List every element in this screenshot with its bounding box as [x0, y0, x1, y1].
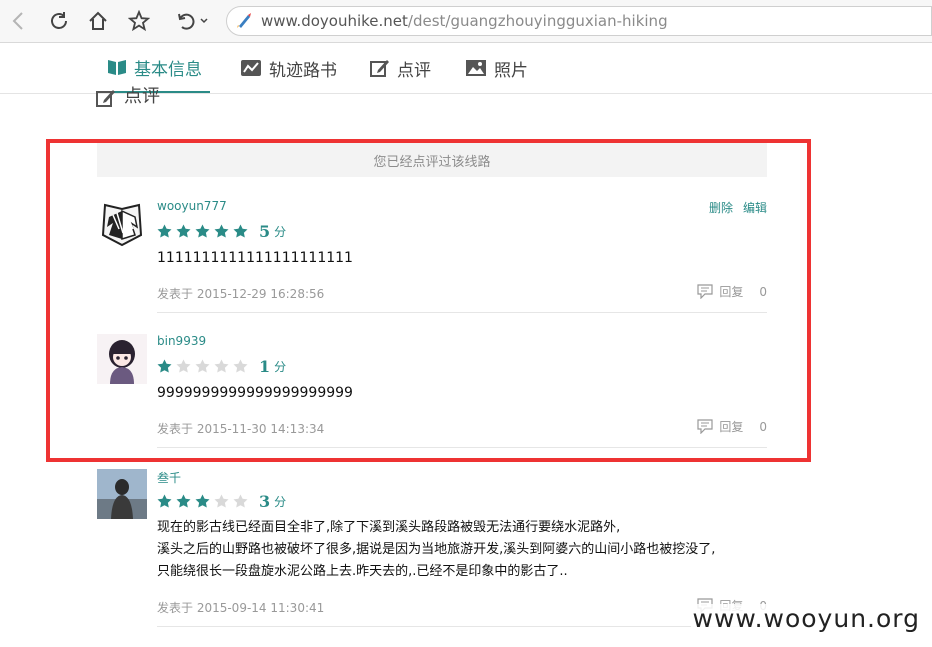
tab-track-roadbook[interactable]: 轨迹路书: [240, 43, 337, 93]
rating-stars: 3 分: [157, 491, 286, 511]
comment-text: 现在的影古线已经面目全非了,除了下溪到溪头路段路被毁无法通行要绕水泥路外, 溪头…: [157, 517, 715, 583]
comment-text-line: 只能绕很长一段盘旋水泥公路上去.昨天去的,.已经不是印象中的影古了..: [157, 564, 568, 579]
tab-label: 照片: [494, 60, 528, 81]
tab-label: 点评: [397, 60, 431, 81]
home-icon[interactable]: [84, 7, 112, 35]
tab-review[interactable]: 点评: [370, 43, 431, 93]
address-bar[interactable]: www.doyouhike.net/dest/guangzhouyingguxi…: [226, 6, 932, 36]
favorite-star-icon[interactable]: [125, 7, 153, 35]
highlight-annotation-box: [46, 139, 811, 462]
comment-timestamp: 发表于 2015-09-14 11:30:41: [157, 601, 325, 615]
star-filled-icon: [176, 494, 191, 508]
rating-score: 3: [259, 491, 271, 511]
url-domain: www.doyouhike.net: [261, 12, 408, 30]
url-path: /dest/guangzhouyingguxian-hiking: [407, 12, 668, 30]
photo-avatar-icon: [97, 469, 147, 519]
comment-divider: [157, 626, 767, 627]
comment-item: 叁千 3 分 现在的影古线已经面目全非了,除了下溪到溪头路段路被毁无法通行要绕水…: [97, 469, 767, 629]
track-chart-icon: [241, 60, 261, 76]
star-empty-icon: [233, 494, 248, 508]
edit-icon: [370, 60, 389, 77]
star-empty-icon: [214, 494, 229, 508]
back-icon[interactable]: [4, 7, 32, 35]
tab-label: 基本信息: [134, 59, 202, 80]
review-section-heading: 点评: [96, 84, 160, 108]
section-heading-text: 点评: [124, 86, 160, 107]
rocket-favicon-icon: [237, 13, 251, 28]
undo-history-icon[interactable]: [172, 7, 212, 35]
comment-text-line: 溪头之后的山野路也被破坏了很多,据说是因为当地旅游开发,溪头到阿婆六的山间小路也…: [157, 542, 716, 557]
avatar[interactable]: [97, 469, 147, 519]
star-filled-icon: [157, 494, 172, 508]
star-filled-icon: [195, 494, 210, 508]
photo-icon: [466, 60, 486, 76]
comment-text-line: 现在的影古线已经面目全非了,除了下溪到溪头路段路被毁无法通行要绕水泥路外,: [157, 520, 621, 535]
rating-unit: 分: [274, 494, 287, 509]
tab-photos[interactable]: 照片: [465, 43, 528, 93]
book-icon: [108, 60, 126, 75]
refresh-icon[interactable]: [45, 7, 73, 35]
comment-username[interactable]: 叁千: [157, 469, 181, 486]
browser-toolbar: www.doyouhike.net/dest/guangzhouyingguxi…: [0, 0, 932, 43]
watermark: www.wooyun.org: [690, 604, 922, 633]
tab-label: 轨迹路书: [269, 60, 337, 81]
url-text: www.doyouhike.net/dest/guangzhouyingguxi…: [261, 7, 668, 35]
edit-icon: [96, 90, 115, 107]
